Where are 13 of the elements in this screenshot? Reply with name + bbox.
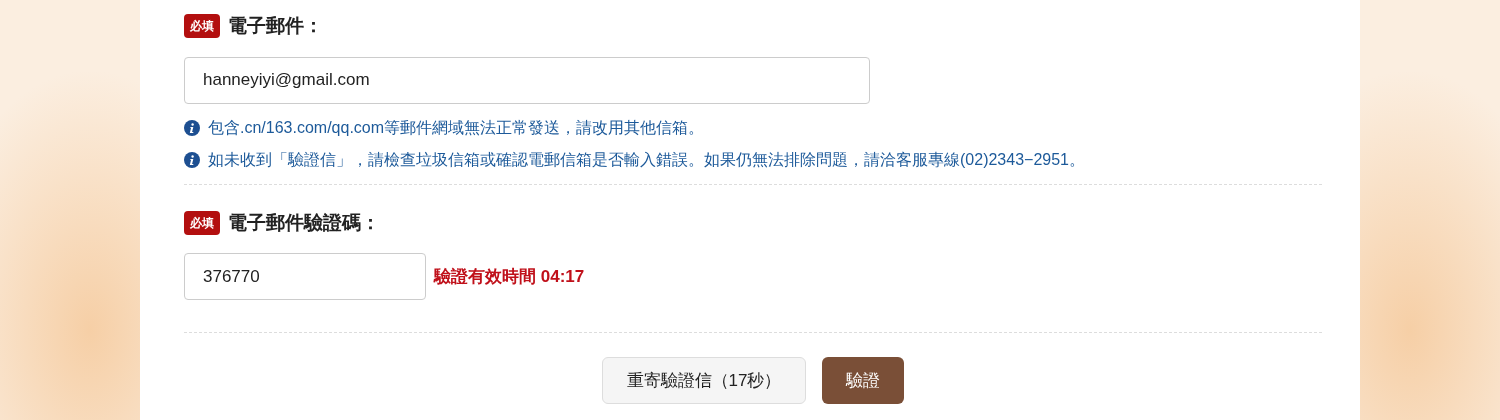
info-icon	[184, 151, 200, 168]
info-icon	[184, 119, 200, 136]
required-badge: 必填	[184, 210, 220, 235]
field-label: 電子郵件驗證碼：	[228, 210, 380, 235]
field-label: 電子郵件：	[228, 14, 323, 38]
info-text: 包含.cn/163.com/qq.com等郵件網域無法正常發送，請改用其他信箱。	[208, 117, 705, 138]
required-badge: 必填	[184, 14, 220, 39]
countdown-text: 驗證有效時間 04:17	[434, 265, 585, 288]
input-field[interactable]: hanneyiyi@gmail.com	[184, 56, 870, 104]
verify-button[interactable]: 驗證	[822, 357, 905, 404]
info-text: 如未收到「驗證信」，請檢查垃圾信箱或確認電郵信箱是否輸入錯誤。如果仍無法排除問題，請洽客服專線(02)2343−2951。	[208, 149, 1085, 170]
input-field[interactable]: 376770	[184, 253, 426, 300]
resend-button[interactable]: 重寄驗證信（17秒）	[601, 357, 807, 404]
